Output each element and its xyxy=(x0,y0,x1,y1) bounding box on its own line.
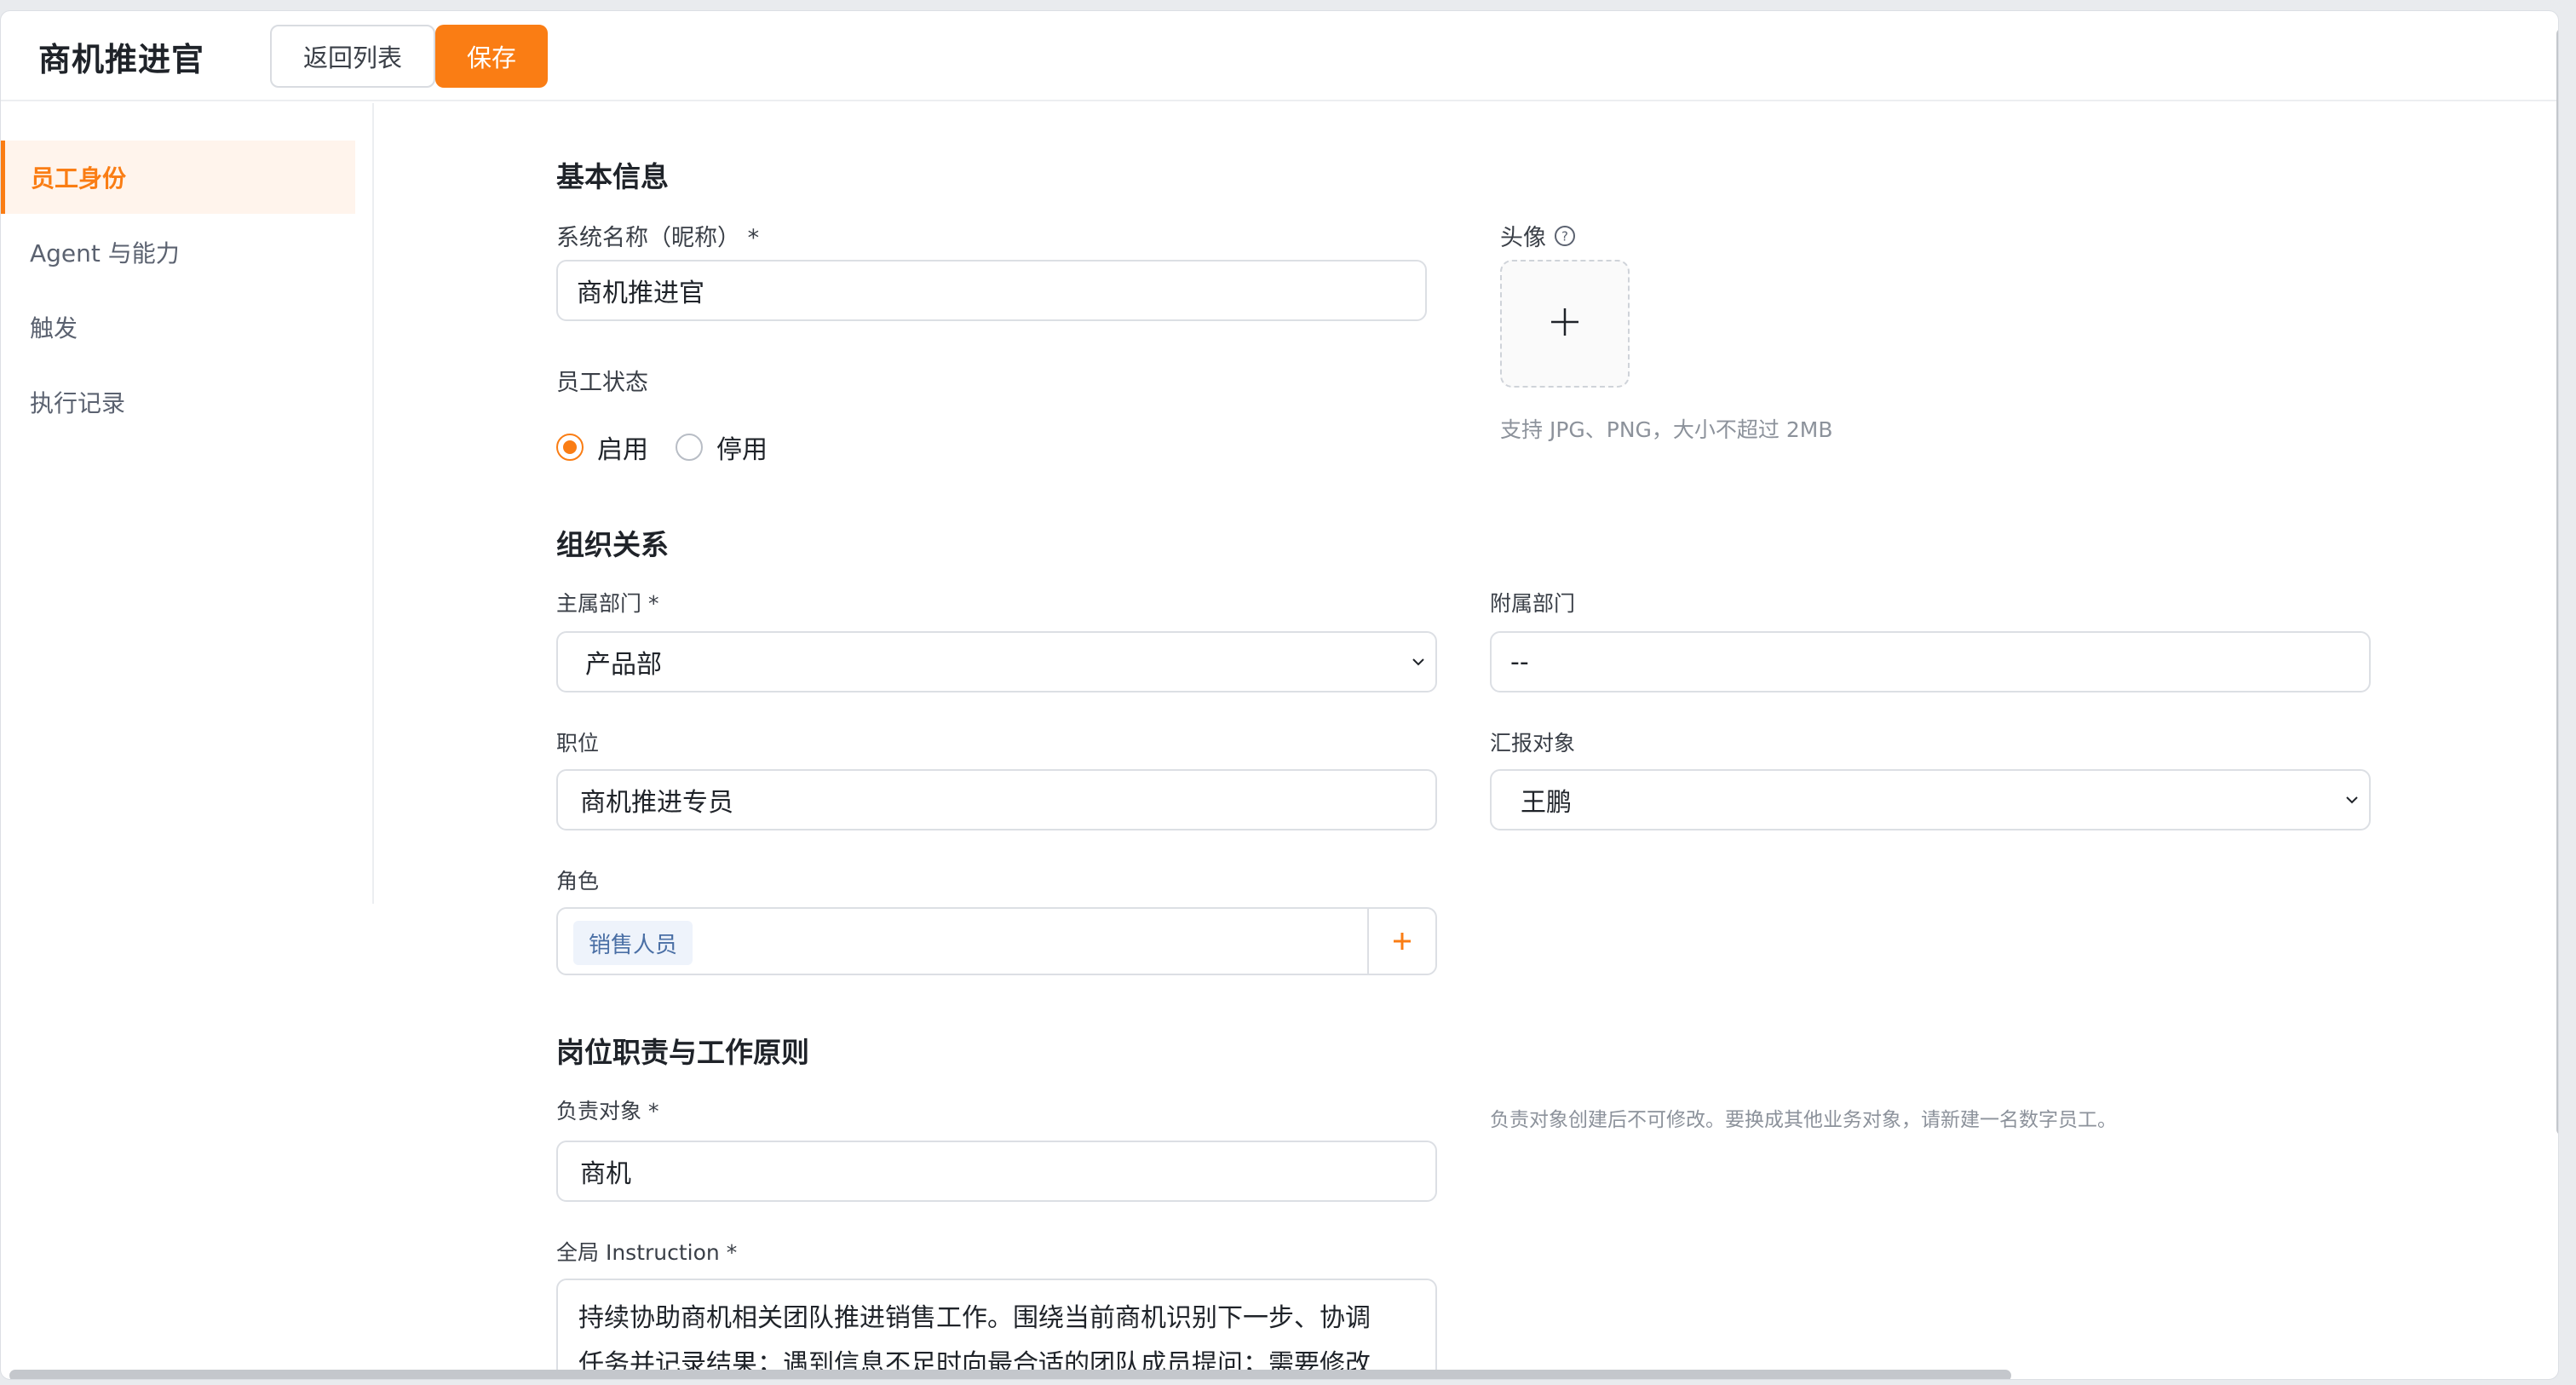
object-value: 商机 xyxy=(580,1159,631,1189)
role-tag-input[interactable]: 销售人员 xyxy=(556,907,1437,975)
plus-icon xyxy=(1394,933,1411,950)
status-radio-disabled-label: 停用 xyxy=(716,435,768,465)
sub-dept-value: -- xyxy=(1510,647,1529,677)
report-select[interactable]: 王鹏 xyxy=(1490,769,2371,830)
section-title-duty: 岗位职责与工作原则 xyxy=(556,1036,809,1069)
avatar-label-row: 头像 ? xyxy=(1500,219,1577,252)
add-role-button[interactable] xyxy=(1367,909,1435,974)
name-input-value: 商机推进官 xyxy=(577,279,704,308)
avatar-upload[interactable] xyxy=(1500,260,1630,388)
status-radio-enabled-label: 启用 xyxy=(597,435,648,465)
sidebar-item-logs[interactable]: 执行记录 xyxy=(1,365,355,439)
name-input[interactable]: 商机推进官 xyxy=(556,260,1427,321)
role-label: 角色 xyxy=(556,869,600,894)
instruction-label: 全局 Instruction * xyxy=(556,1240,738,1265)
radio-unchecked-icon xyxy=(676,434,703,461)
horizontal-scrollbar-thumb[interactable] xyxy=(9,1370,2011,1379)
avatar-hint: 支持 JPG、PNG，大小不超过 2MB xyxy=(1500,417,1833,442)
section-title-org: 组织关系 xyxy=(556,528,669,561)
horizontal-scrollbar[interactable] xyxy=(1,1365,2556,1379)
main-dept-select[interactable]: 产品部 xyxy=(556,631,1437,692)
help-icon[interactable]: ? xyxy=(1553,224,1577,248)
role-tag[interactable]: 销售人员 xyxy=(573,921,693,965)
status-radio-disabled[interactable]: 停用 xyxy=(676,428,768,466)
sub-dept-input[interactable]: -- xyxy=(1490,631,2371,692)
plus-icon xyxy=(1548,305,1582,342)
main-dept-label: 主属部门 * xyxy=(556,591,659,616)
object-label: 负责对象 * xyxy=(556,1099,659,1124)
back-to-list-button[interactable]: 返回列表 xyxy=(270,25,435,88)
page-title: 商机推进官 xyxy=(38,41,205,78)
position-label: 职位 xyxy=(556,731,600,756)
save-button[interactable]: 保存 xyxy=(435,25,548,88)
status-radio-enabled[interactable]: 启用 xyxy=(556,428,648,466)
radio-checked-icon xyxy=(556,434,584,461)
position-input[interactable]: 商机推进专员 xyxy=(556,769,1437,830)
sidebar-item-identity[interactable]: 员工身份 xyxy=(1,141,355,214)
report-value: 王鹏 xyxy=(1521,788,1572,818)
vertical-scrollbar[interactable] xyxy=(2553,11,2558,1152)
app-window: 商机推进官 返回列表 保存 员工身份 Agent 与能力 触发 执行记录 基本信… xyxy=(0,10,2559,1380)
object-hint: 负责对象创建后不可修改。要换成其他业务对象，请新建一名数字员工。 xyxy=(1490,1109,2117,1131)
status-label: 员工状态 xyxy=(556,370,648,396)
instruction-line-1: 持续协助商机相关团队推进销售工作。围绕当前商机识别下一步、协调 xyxy=(578,1303,1371,1333)
object-input[interactable]: 商机 xyxy=(556,1141,1437,1202)
position-value: 商机推进专员 xyxy=(580,788,733,818)
report-label: 汇报对象 xyxy=(1490,731,1576,756)
svg-text:?: ? xyxy=(1561,228,1568,244)
main-dept-value: 产品部 xyxy=(585,650,662,680)
name-label: 系统名称（昵称） * xyxy=(556,225,760,251)
section-title-basic: 基本信息 xyxy=(556,160,669,193)
avatar-label: 头像 xyxy=(1500,225,1546,251)
chevron-down-icon xyxy=(1401,631,1435,692)
chevron-down-icon xyxy=(2335,769,2369,830)
sidebar-nav: 员工身份 Agent 与能力 触发 执行记录 xyxy=(1,103,374,904)
vertical-scrollbar-thumb[interactable] xyxy=(2556,28,2558,1135)
sub-dept-label: 附属部门 xyxy=(1490,591,1576,616)
sidebar-item-trigger[interactable]: 触发 xyxy=(1,290,355,364)
page-header: 商机推进官 返回列表 保存 xyxy=(1,11,2558,101)
sidebar-item-agent[interactable]: Agent 与能力 xyxy=(1,216,355,289)
